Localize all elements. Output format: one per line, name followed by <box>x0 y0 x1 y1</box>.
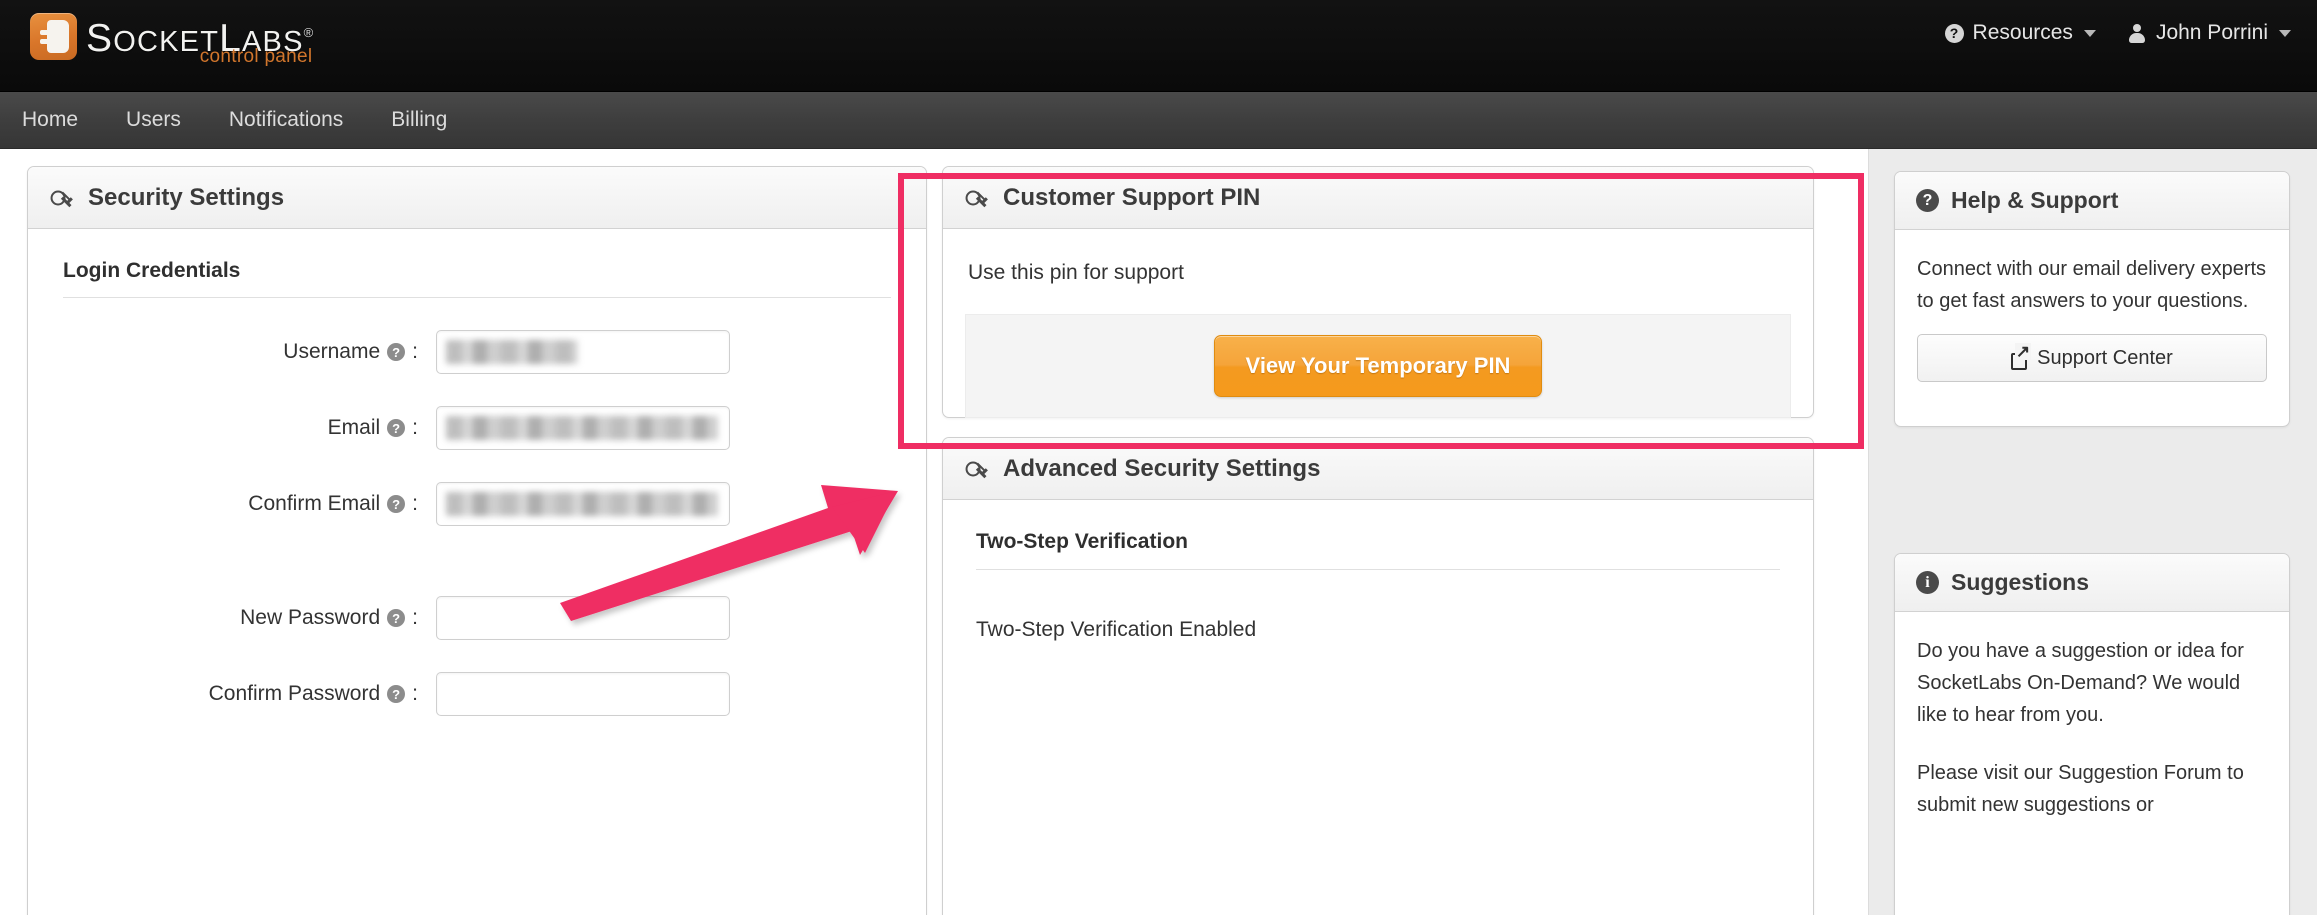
advanced-security-settings-title: Advanced Security Settings <box>1003 454 1321 482</box>
security-settings-title: Security Settings <box>88 183 285 211</box>
nav-item-home[interactable]: Home <box>0 92 102 148</box>
support-center-button[interactable]: Support Center <box>1917 334 2267 382</box>
socketlabs-logo-text: SOCKETLABS® control panel <box>86 13 315 67</box>
advanced-security-settings-body: Two-Step Verification Two-Step Verificat… <box>943 530 1813 642</box>
support-center-label: Support Center <box>2037 346 2173 369</box>
two-step-verification-heading: Two-Step Verification <box>976 530 1780 570</box>
confirm-password-label-text: Confirm Password <box>208 682 381 705</box>
username-label: Username ? : <box>28 340 436 364</box>
registered-mark: ® <box>303 25 315 40</box>
key-icon <box>46 181 80 215</box>
logo-tagline: control panel <box>199 46 313 67</box>
nav-item-billing[interactable]: Billing <box>367 92 471 148</box>
suggestions-text-1: Do you have a suggestion or idea for Soc… <box>1917 640 2244 726</box>
two-step-verification-status: Two-Step Verification Enabled <box>976 618 1257 641</box>
confirm-email-label-text: Confirm Email <box>248 492 381 515</box>
suggestions-body: Do you have a suggestion or idea for Soc… <box>1895 612 2289 841</box>
redacted-value <box>446 492 718 516</box>
customer-support-pin-body: Use this pin for support View Your Tempo… <box>943 229 1813 418</box>
user-name-label: John Porrini <box>2155 21 2268 44</box>
confirm-password-input[interactable] <box>436 672 730 716</box>
top-bar: SOCKETLABS® control panel ? Resources Jo… <box>0 0 2317 92</box>
socketlabs-logo[interactable]: SOCKETLABS® control panel <box>30 13 315 67</box>
email-input[interactable] <box>436 406 730 450</box>
security-settings-body: Login Credentials Username ? : Email ?:… <box>28 259 926 716</box>
main-content-column: Security Settings Login Credentials User… <box>0 149 1868 915</box>
nav-item-notifications[interactable]: Notifications <box>205 92 367 148</box>
credentials-form: Username ? : Email ?: Confirm Email ?:… <box>28 298 926 716</box>
label-colon: : <box>412 340 418 363</box>
username-input[interactable] <box>436 330 730 374</box>
help-circle-icon: ? <box>1916 189 1939 212</box>
confirm-password-help-icon[interactable]: ? <box>387 685 406 703</box>
suggestions-header: i Suggestions <box>1895 554 2289 612</box>
label-colon: : <box>412 682 418 705</box>
new-password-input[interactable] <box>436 596 730 640</box>
external-link-icon <box>2011 342 2032 370</box>
label-colon: : <box>412 606 418 629</box>
key-icon <box>961 452 995 486</box>
label-colon: : <box>412 416 418 439</box>
new-password-label: New Password ? : <box>28 606 436 630</box>
suggestions-title: Suggestions <box>1951 569 2090 595</box>
form-spacer <box>28 558 926 596</box>
customer-support-pin-title: Customer Support PIN <box>1003 183 1261 211</box>
confirm-email-input[interactable] <box>436 482 730 526</box>
suggestions-panel: i Suggestions Do you have a suggestion o… <box>1894 553 2290 915</box>
email-label: Email ? : <box>28 416 436 440</box>
help-and-support-title: Help & Support <box>1951 187 2119 213</box>
confirm-email-label: Confirm Email ? : <box>28 492 436 516</box>
customer-support-pin-panel: Customer Support PIN Use this pin for su… <box>942 166 1814 418</box>
chevron-down-icon <box>2083 29 2096 37</box>
label-colon: : <box>412 492 418 515</box>
login-credentials-heading: Login Credentials <box>63 259 891 298</box>
page-body: Security Settings Login Credentials User… <box>0 149 2317 915</box>
user-menu[interactable]: John Porrini <box>2128 21 2291 45</box>
form-row-new-password: New Password ? : <box>28 596 926 640</box>
help-and-support-text: Connect with our email delivery experts … <box>1917 258 2267 312</box>
user-icon <box>2128 23 2147 43</box>
customer-support-pin-header: Customer Support PIN <box>943 167 1813 229</box>
pin-button-container: View Your Temporary PIN <box>965 314 1791 418</box>
confirm-password-label: Confirm Password ? : <box>28 682 436 706</box>
username-help-icon[interactable]: ? <box>387 343 406 361</box>
suggestions-text-2: Please visit our Suggestion Forum to sub… <box>1917 762 2244 816</box>
security-settings-panel: Security Settings Login Credentials User… <box>27 166 927 915</box>
help-circle-icon: ? <box>1944 23 1964 43</box>
security-settings-header: Security Settings <box>28 167 926 229</box>
form-row-confirm-password: Confirm Password ? : <box>28 672 926 716</box>
help-and-support-panel: ? Help & Support Connect with our email … <box>1894 171 2290 427</box>
top-bar-right: ? Resources John Porrini <box>1944 14 2291 52</box>
resources-menu[interactable]: ? Resources <box>1944 21 2096 45</box>
chevron-down-icon <box>2279 29 2291 37</box>
view-temporary-pin-button[interactable]: View Your Temporary PIN <box>1213 335 1543 397</box>
help-and-support-body: Connect with our email delivery experts … <box>1895 230 2289 402</box>
socketlabs-logo-mark-icon <box>30 13 77 60</box>
resources-label: Resources <box>1972 21 2073 44</box>
username-label-text: Username <box>283 340 381 363</box>
help-and-support-header: ? Help & Support <box>1895 172 2289 230</box>
form-row-username: Username ? : <box>28 330 926 374</box>
right-sidebar: ? Help & Support Connect with our email … <box>1868 149 2317 915</box>
pin-note-text: Use this pin for support <box>968 261 1184 284</box>
redacted-value <box>446 416 718 440</box>
advanced-security-settings-panel: Advanced Security Settings Two-Step Veri… <box>942 437 1814 915</box>
app-window: SOCKETLABS® control panel ? Resources Jo… <box>0 0 2317 915</box>
advanced-security-settings-header: Advanced Security Settings <box>943 438 1813 500</box>
email-help-icon[interactable]: ? <box>387 419 406 437</box>
redacted-value <box>446 340 578 364</box>
confirm-email-help-icon[interactable]: ? <box>387 495 406 513</box>
nav-item-users[interactable]: Users <box>102 92 205 148</box>
logo-s: S <box>86 17 114 60</box>
email-label-text: Email <box>327 416 381 439</box>
new-password-help-icon[interactable]: ? <box>387 609 406 627</box>
form-row-confirm-email: Confirm Email ? : <box>28 482 926 526</box>
key-icon <box>961 181 995 215</box>
form-row-email: Email ? : <box>28 406 926 450</box>
main-navigation: Home Users Notifications Billing <box>0 92 2317 149</box>
info-circle-icon: i <box>1916 571 1939 594</box>
new-password-label-text: New Password <box>240 606 381 629</box>
